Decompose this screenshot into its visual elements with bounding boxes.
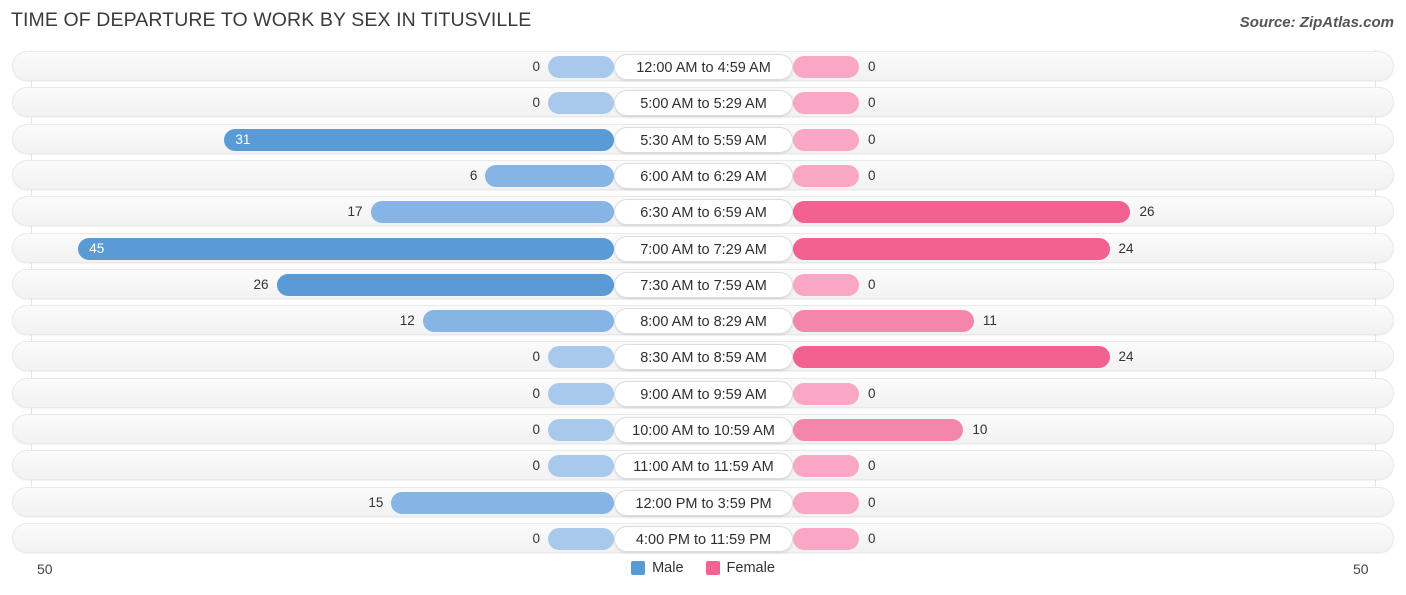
chart-row[interactable]: 0 0 12:00 AM to 4:59 AM	[12, 51, 1394, 81]
category-label[interactable]: 12:00 AM to 4:59 AM	[614, 54, 793, 80]
bar-male[interactable]	[548, 382, 614, 405]
bar-male[interactable]	[370, 201, 614, 224]
bar-female[interactable]	[793, 419, 964, 441]
legend-swatch-female	[705, 561, 720, 575]
bar-female[interactable]	[793, 56, 859, 78]
chart-row[interactable]: 12 11 8:00 AM to 8:29 AM	[12, 305, 1394, 336]
category-label[interactable]: 6:00 AM to 6:29 AM	[614, 162, 793, 189]
bar-female[interactable]	[793, 128, 859, 151]
chart-row[interactable]: 0 0 5:00 AM to 5:29 AM	[12, 87, 1394, 118]
bar-value-female: 26	[1139, 204, 1155, 220]
bar-value-male: 0	[532, 422, 540, 437]
bar-value-male: 45	[89, 240, 105, 256]
bar-male[interactable]	[548, 56, 614, 78]
bar-value-female: 11	[982, 313, 997, 329]
bar-male[interactable]	[548, 455, 614, 478]
bar-value-male: 12	[399, 313, 415, 329]
bar-value-male: 17	[347, 204, 363, 220]
category-label[interactable]: 7:30 AM to 7:59 AM	[614, 271, 793, 298]
category-label[interactable]: 7:00 AM to 7:29 AM	[614, 235, 793, 262]
chart-row[interactable]: 6 0 6:00 AM to 6:29 AM	[12, 159, 1394, 190]
category-label[interactable]: 6:30 AM to 6:59 AM	[614, 199, 793, 226]
bar-value-female: 0	[868, 276, 876, 292]
category-label[interactable]: 12:00 PM to 3:59 PM	[614, 489, 793, 516]
legend-item-male[interactable]: Male	[631, 560, 684, 576]
chart-row[interactable]: 45 24 7:00 AM to 7:29 AM	[12, 232, 1394, 263]
category-label[interactable]: 4:00 PM to 11:59 PM	[614, 525, 793, 552]
bar-male[interactable]	[548, 346, 614, 369]
bar-female[interactable]	[793, 237, 1110, 260]
bar-female[interactable]	[793, 382, 859, 405]
bar-value-female: 0	[868, 59, 876, 74]
bar-value-female: 0	[868, 167, 876, 183]
bar-value-male: 0	[532, 530, 540, 546]
chart-root: TIME OF DEPARTURE TO WORK BY SEX IN TITU…	[0, 0, 1406, 595]
chart-row[interactable]: 31 0 5:30 AM to 5:59 AM	[12, 123, 1394, 154]
legend-label-male: Male	[652, 560, 684, 576]
chart-row[interactable]: 0 24 8:30 AM to 8:59 AM	[12, 341, 1394, 372]
bar-male[interactable]	[78, 237, 614, 260]
category-label[interactable]: 5:30 AM to 5:59 AM	[614, 126, 793, 153]
chart-row[interactable]: 0 0 4:00 PM to 11:59 PM	[12, 522, 1394, 553]
bar-value-female: 0	[868, 494, 876, 510]
bar-male[interactable]	[276, 273, 614, 296]
chart-row[interactable]: 0 0 11:00 AM to 11:59 AM	[12, 450, 1394, 481]
bar-value-female: 0	[868, 95, 876, 111]
source-label: Source: ZipAtlas.com	[1239, 14, 1394, 31]
plot-area: 0 0 12:00 AM to 4:59 AM 0 0 5:00 AM to 5:29 A…	[0, 50, 1406, 555]
category-label[interactable]: 8:00 AM to 8:29 AM	[614, 308, 793, 335]
bar-female[interactable]	[793, 310, 974, 333]
legend-item-female[interactable]: Female	[705, 560, 775, 576]
bar-value-male: 0	[532, 95, 540, 111]
bar-male[interactable]	[485, 164, 614, 187]
legend: Male Female	[0, 560, 1406, 576]
bar-value-male: 15	[368, 494, 384, 510]
bar-male[interactable]	[422, 310, 614, 333]
bar-value-female: 24	[1118, 240, 1134, 256]
bar-value-female: 10	[972, 422, 988, 437]
bar-value-female: 0	[868, 530, 876, 546]
category-label[interactable]: 9:00 AM to 9:59 AM	[614, 380, 793, 407]
bar-value-female: 24	[1118, 349, 1134, 365]
bar-value-female: 0	[868, 131, 876, 147]
category-label[interactable]: 10:00 AM to 10:59 AM	[614, 417, 793, 443]
chart-row[interactable]: 0 10 10:00 AM to 10:59 AM	[12, 414, 1394, 444]
chart-row[interactable]: 17 26 6:30 AM to 6:59 AM	[12, 196, 1394, 227]
bar-value-male: 31	[235, 131, 251, 147]
bar-value-male: 0	[532, 458, 540, 474]
bar-female[interactable]	[793, 491, 859, 514]
chart-row[interactable]: 0 0 9:00 AM to 9:59 AM	[12, 377, 1394, 408]
bar-value-male: 0	[532, 349, 540, 365]
bar-female[interactable]	[793, 201, 1131, 224]
bar-female[interactable]	[793, 92, 859, 115]
bar-female[interactable]	[793, 164, 859, 187]
bar-value-female: 0	[868, 385, 876, 401]
chart-row[interactable]: 15 0 12:00 PM to 3:59 PM	[12, 486, 1394, 517]
bar-male[interactable]	[548, 419, 614, 441]
chart-row[interactable]: 26 0 7:30 AM to 7:59 AM	[12, 268, 1394, 299]
category-label[interactable]: 5:00 AM to 5:29 AM	[614, 90, 793, 117]
category-label[interactable]: 8:30 AM to 8:59 AM	[614, 344, 793, 371]
bar-value-male: 26	[253, 276, 269, 292]
bar-male[interactable]	[548, 527, 614, 550]
bar-value-female: 0	[868, 458, 876, 474]
category-label[interactable]: 11:00 AM to 11:59 AM	[614, 453, 793, 480]
bar-female[interactable]	[793, 346, 1110, 369]
legend-swatch-male	[631, 561, 646, 575]
bar-female[interactable]	[793, 273, 859, 296]
bar-male[interactable]	[548, 92, 614, 115]
legend-label-female: Female	[726, 560, 775, 576]
bar-female[interactable]	[793, 455, 859, 478]
bar-value-male: 0	[532, 385, 540, 401]
bar-value-male: 6	[469, 167, 478, 183]
bar-value-male: 0	[532, 59, 540, 74]
bar-male[interactable]	[391, 491, 614, 514]
page-title: TIME OF DEPARTURE TO WORK BY SEX IN TITU…	[11, 9, 532, 31]
bar-male[interactable]	[224, 128, 614, 151]
bar-female[interactable]	[793, 527, 859, 550]
